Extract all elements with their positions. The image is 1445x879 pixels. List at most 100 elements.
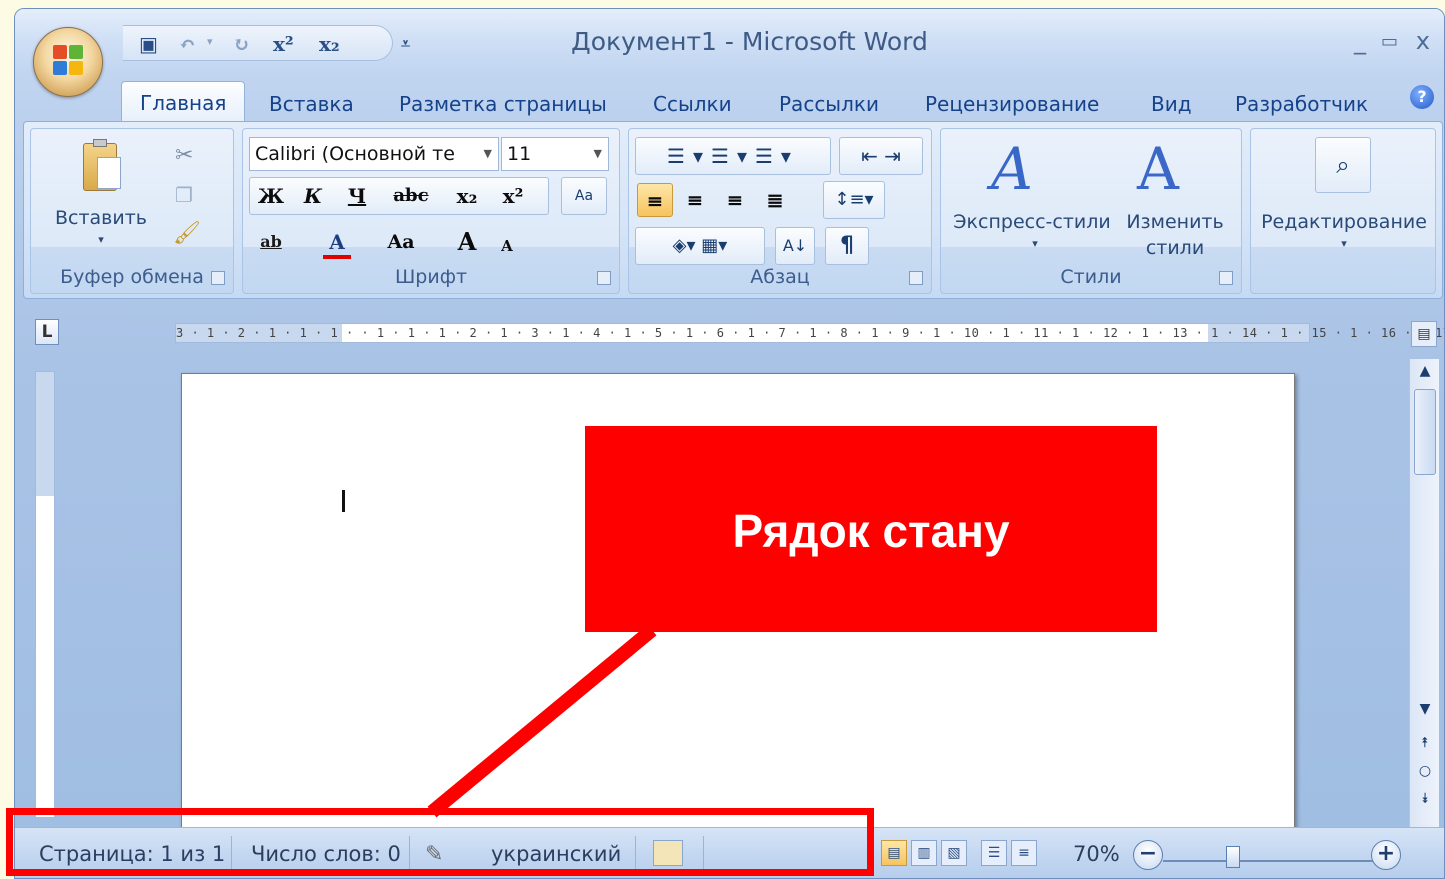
quick-styles-button[interactable]: Экспресс-стили — [947, 211, 1117, 233]
print-layout-view-icon[interactable]: ▤ — [881, 840, 907, 866]
group-label-paragraph: Абзац — [750, 266, 810, 288]
zoom-level[interactable]: 70% — [1073, 842, 1120, 866]
group-label-font: Шрифт — [394, 266, 468, 288]
show-marks-button[interactable]: ¶ — [825, 227, 869, 265]
vertical-ruler[interactable] — [35, 371, 55, 817]
group-editing: ⌕ Редактирование ▾ — [1250, 128, 1436, 294]
zoom-slider[interactable] — [1163, 860, 1373, 862]
shrink-font-button[interactable]: A — [489, 229, 525, 263]
zoom-in-icon[interactable]: + — [1371, 840, 1401, 870]
italic-button[interactable]: К — [295, 179, 331, 213]
group-clipboard: Вставить ▾ ✂ ❐ 🖌 Буфер обмена — [30, 128, 234, 294]
editing-button[interactable]: Редактирование — [1251, 211, 1437, 233]
outline-view-icon[interactable]: ☰ — [981, 840, 1007, 866]
zoom-out-icon[interactable]: − — [1133, 840, 1163, 870]
group-styles: A A Экспресс-стили Изменить стили ▾ Стил… — [940, 128, 1242, 294]
format-painter-icon[interactable]: 🖌 — [173, 221, 201, 246]
highlight-button[interactable]: ab — [253, 225, 289, 259]
status-bar-highlight-frame — [6, 808, 874, 876]
font-size-value: 11 — [507, 143, 532, 165]
tab-selector[interactable]: L — [35, 319, 59, 345]
tab-page-layout[interactable]: Разметка страницы — [381, 87, 625, 121]
tab-references[interactable]: Ссылки — [635, 87, 750, 121]
font-size-dropdown-icon[interactable]: ▼ — [594, 138, 602, 170]
sort-button[interactable]: A↓ — [775, 227, 815, 265]
group-label-clipboard: Буфер обмена — [60, 266, 204, 288]
tab-home[interactable]: Главная — [121, 81, 246, 121]
copy-icon[interactable]: ❐ — [175, 183, 193, 207]
subscript-button[interactable]: x₂ — [449, 179, 485, 213]
tab-insert[interactable]: Вставка — [251, 87, 372, 121]
align-right-button[interactable]: ≡ — [717, 183, 753, 217]
clipboard-launcher-icon[interactable] — [211, 271, 225, 285]
list-buttons[interactable]: ☰▾☰▾☰▾ — [635, 137, 831, 175]
ruler-ticks: 3 · 1 · 2 · 1 · 1 · 1 · · 1 · 1 · 1 · 2 … — [176, 326, 1445, 340]
font-name-value: Calibri (Основной те — [255, 143, 455, 165]
group-paragraph: ☰▾☰▾☰▾ ⇤ ⇥ ≡ ≡ ≡ ≣ ↕≡▾ ◈▾ ▦▾ A↓ ¶ Абзац — [628, 128, 932, 294]
bold-button[interactable]: Ж — [253, 179, 289, 213]
ribbon: Вставить ▾ ✂ ❐ 🖌 Буфер обмена Calibri (О… — [23, 121, 1443, 299]
view-ruler-icon[interactable]: ▤ — [1411, 321, 1437, 347]
minimize-button[interactable]: _ — [1354, 27, 1366, 55]
font-size-combo[interactable]: 11 ▼ — [501, 137, 609, 171]
change-styles-button-line2: стили — [1145, 237, 1205, 259]
vertical-scrollbar[interactable]: ▲ ▼ ⯭ ○ ⯯ — [1409, 359, 1439, 829]
find-binoculars-icon[interactable]: ⌕ — [1315, 137, 1371, 193]
group-font: Calibri (Основной те ▼ 11 ▼ Ж К Ч abc x₂… — [242, 128, 620, 294]
callout-label: Рядок стану — [732, 505, 1010, 557]
justify-button[interactable]: ≣ — [757, 183, 793, 217]
change-styles-icon[interactable]: A — [1137, 135, 1179, 203]
close-button[interactable]: x — [1416, 27, 1430, 55]
callout-box: Рядок стану — [585, 426, 1157, 632]
browse-object-icon[interactable]: ○ — [1410, 763, 1440, 779]
shading-border-buttons[interactable]: ◈▾ ▦▾ — [635, 227, 765, 265]
scroll-thumb[interactable] — [1414, 389, 1436, 475]
superscript-button[interactable]: x² — [495, 179, 531, 213]
strikethrough-button[interactable]: abc — [393, 179, 429, 213]
font-name-dropdown-icon[interactable]: ▼ — [484, 138, 492, 170]
change-styles-button[interactable]: Изменить — [1119, 211, 1231, 233]
group-label-styles: Стили — [1060, 266, 1122, 288]
ribbon-tabs: Главная Вставка Разметка страницы Ссылки… — [121, 81, 1441, 121]
styles-launcher-icon[interactable] — [1219, 271, 1233, 285]
clear-formatting-icon[interactable]: Aa — [561, 177, 607, 215]
font-launcher-icon[interactable] — [597, 271, 611, 285]
next-page-icon[interactable]: ⯯ — [1410, 791, 1440, 807]
text-cursor — [342, 490, 345, 512]
underline-button[interactable]: Ч — [339, 179, 375, 213]
previous-page-icon[interactable]: ⯭ — [1410, 735, 1440, 751]
office-button[interactable] — [33, 27, 103, 97]
align-center-button[interactable]: ≡ — [677, 183, 713, 217]
tab-view[interactable]: Вид — [1133, 87, 1210, 121]
title-bar: ▣ ↶ ▾ ↻ x² x₂ ⩡ Документ1 - Microsoft Wo… — [15, 9, 1444, 71]
editing-dropdown-icon[interactable]: ▾ — [1334, 237, 1354, 250]
line-spacing-button[interactable]: ↕≡▾ — [823, 181, 885, 219]
paste-dropdown-icon[interactable]: ▾ — [91, 233, 111, 246]
scroll-down-icon[interactable]: ▼ — [1410, 701, 1440, 717]
maximize-button[interactable]: ▭ — [1381, 31, 1398, 52]
change-case-button[interactable]: Aa — [383, 225, 419, 259]
horizontal-ruler[interactable]: 3 · 1 · 2 · 1 · 1 · 1 · · 1 · 1 · 1 · 2 … — [175, 323, 1444, 343]
paste-icon[interactable] — [79, 137, 127, 195]
scroll-up-icon[interactable]: ▲ — [1410, 363, 1440, 379]
font-color-button[interactable]: A — [323, 225, 351, 259]
indent-buttons[interactable]: ⇤ ⇥ — [839, 137, 923, 175]
font-name-combo[interactable]: Calibri (Основной те ▼ — [249, 137, 499, 171]
tab-mailings[interactable]: Рассылки — [761, 87, 897, 121]
full-screen-reading-icon[interactable]: ▥ — [911, 840, 937, 866]
cut-icon[interactable]: ✂ — [175, 143, 193, 168]
help-icon[interactable]: ? — [1410, 85, 1434, 109]
tab-review[interactable]: Рецензирование — [907, 87, 1117, 121]
web-layout-icon[interactable]: ▧ — [941, 840, 967, 866]
grow-font-button[interactable]: A — [449, 225, 485, 259]
zoom-slider-thumb[interactable] — [1226, 846, 1240, 868]
office-logo-icon — [53, 45, 85, 79]
quick-styles-dropdown-icon[interactable]: ▾ — [1025, 237, 1045, 250]
paste-button[interactable]: Вставить — [41, 207, 161, 229]
draft-view-icon[interactable]: ≡ — [1011, 840, 1037, 866]
quick-styles-icon[interactable]: A — [991, 135, 1033, 203]
paragraph-launcher-icon[interactable] — [909, 271, 923, 285]
window-title: Документ1 - Microsoft Word — [571, 27, 928, 56]
tab-developer[interactable]: Разработчик — [1217, 87, 1386, 121]
align-left-button[interactable]: ≡ — [637, 183, 673, 217]
